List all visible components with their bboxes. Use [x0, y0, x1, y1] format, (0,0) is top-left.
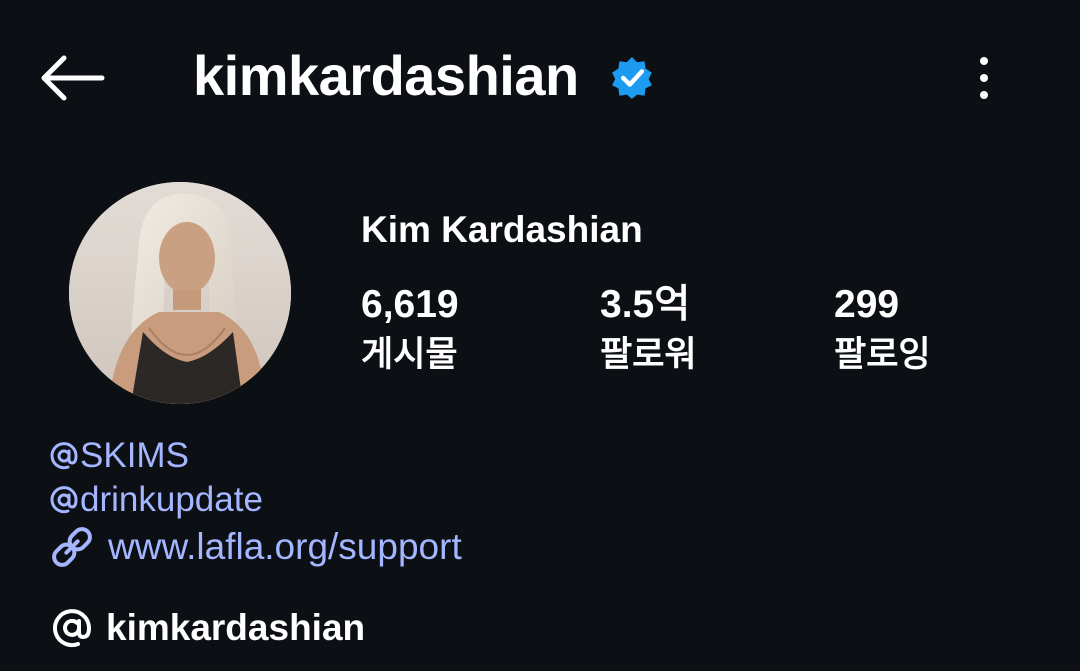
arrow-left-icon: [41, 55, 105, 101]
threads-profile-badge[interactable]: kimkardashian: [48, 604, 365, 652]
bio: SKIMS drinkupdate: [48, 434, 263, 522]
mention-text: drinkupdate: [80, 480, 263, 519]
display-name: Kim Kardashian: [361, 209, 643, 250]
avatar[interactable]: [69, 182, 291, 404]
followers-label: 팔로워: [600, 335, 697, 374]
threads-at-icon: [50, 442, 78, 470]
profile-header: kimkardashian: [0, 0, 1080, 155]
stat-followers[interactable]: 3.5억 팔로워: [600, 282, 697, 378]
page-title: kimkardashian: [193, 44, 579, 107]
followers-count: 3.5억: [600, 283, 691, 326]
mention-text: SKIMS: [80, 436, 189, 475]
posts-count: 6,619: [361, 283, 459, 326]
stat-following[interactable]: 299 팔로잉: [834, 282, 931, 378]
threads-icon: [53, 609, 92, 648]
link-url: www.lafla.org/support: [108, 526, 462, 567]
posts-label: 게시물: [361, 335, 458, 374]
stat-posts[interactable]: 6,619 게시물: [361, 282, 459, 378]
back-button[interactable]: [36, 50, 108, 106]
threads-username: kimkardashian: [106, 607, 366, 648]
bio-mention-skims[interactable]: SKIMS: [48, 434, 263, 478]
more-vertical-icon: [980, 57, 988, 65]
threads-at-icon: [50, 486, 78, 514]
following-label: 팔로잉: [834, 335, 931, 374]
bio-mention-drinkupdate[interactable]: drinkupdate: [48, 478, 263, 522]
following-count: 299: [834, 283, 900, 326]
verified-badge-icon: [612, 57, 652, 99]
profile-photo: [69, 182, 291, 404]
more-options-button[interactable]: [962, 48, 1006, 108]
link-icon: [52, 527, 92, 567]
bio-link[interactable]: www.lafla.org/support: [48, 524, 462, 570]
